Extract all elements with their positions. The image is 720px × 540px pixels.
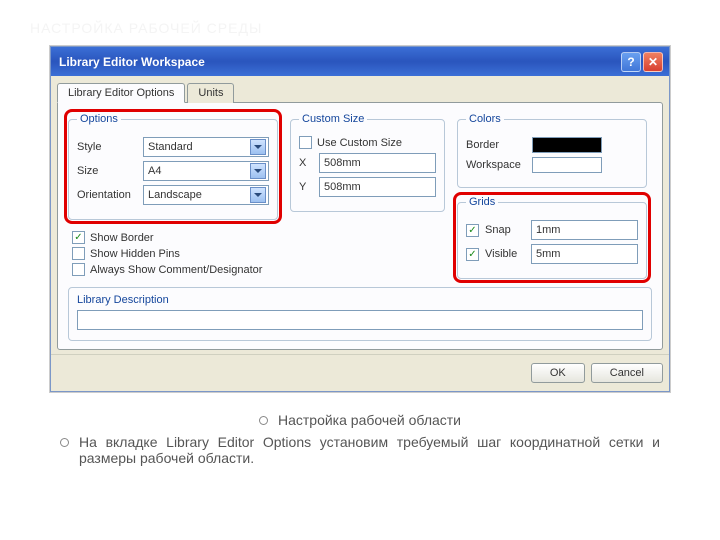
workspace-color-swatch[interactable]: [532, 157, 602, 173]
grids-legend: Grids: [466, 196, 498, 208]
visible-value: 5mm: [536, 248, 560, 260]
dialog-title: Library Editor Workspace: [59, 55, 205, 69]
bullet-icon: [259, 416, 268, 425]
snap-input[interactable]: 1mm: [531, 220, 638, 240]
tab-library-editor-options[interactable]: Library Editor Options: [57, 83, 185, 103]
chevron-down-icon: [250, 163, 266, 179]
show-border-label: Show Border: [90, 232, 154, 244]
colors-legend: Colors: [466, 113, 504, 125]
size-label: Size: [77, 165, 137, 177]
use-custom-size-checkbox[interactable]: [299, 136, 312, 149]
ok-button[interactable]: OK: [531, 363, 585, 383]
bullet-icon: [60, 438, 69, 447]
bullet-2: На вкладке Library Editor Options устано…: [79, 434, 660, 466]
style-label: Style: [77, 141, 137, 153]
tab-units[interactable]: Units: [187, 83, 234, 103]
library-description-group: Library Description: [68, 287, 652, 341]
bullets: Настройка рабочей области На вкладке Lib…: [60, 412, 660, 466]
bullet-1: Настройка рабочей области: [278, 412, 461, 428]
visible-input[interactable]: 5mm: [531, 244, 638, 264]
library-description-input[interactable]: [77, 310, 643, 330]
x-input[interactable]: 508mm: [319, 153, 436, 173]
x-label: X: [299, 157, 313, 169]
border-color-swatch[interactable]: [532, 137, 602, 153]
visible-label: Visible: [485, 248, 525, 260]
colors-group: Colors Border Workspace: [457, 113, 647, 188]
always-show-comment-label: Always Show Comment/Designator: [90, 264, 262, 276]
chevron-down-icon: [250, 139, 266, 155]
grids-group: Grids ✓ Snap 1mm ✓ Visible 5mm: [457, 196, 647, 279]
slide-title: НАСТРОЙКА РАБОЧЕЙ СРЕДЫ: [30, 20, 690, 36]
orientation-label: Orientation: [77, 189, 137, 201]
show-border-checkbox[interactable]: ✓: [72, 231, 85, 244]
orientation-combo[interactable]: Landscape: [143, 185, 269, 205]
border-color-label: Border: [466, 139, 526, 151]
y-input[interactable]: 508mm: [319, 177, 436, 197]
visible-checkbox[interactable]: ✓: [466, 248, 479, 261]
y-label: Y: [299, 181, 313, 193]
style-value: Standard: [148, 141, 193, 153]
cancel-button[interactable]: Cancel: [591, 363, 663, 383]
orientation-value: Landscape: [148, 189, 202, 201]
options-group: Options Style Standard Size A4: [68, 113, 278, 220]
size-value: A4: [148, 165, 161, 177]
style-combo[interactable]: Standard: [143, 137, 269, 157]
library-description-label: Library Description: [77, 294, 643, 306]
snap-value: 1mm: [536, 224, 560, 236]
custom-size-group: Custom Size Use Custom Size X 508mm Y 50…: [290, 113, 445, 212]
dialog-window: Library Editor Workspace ? ✕ Library Edi…: [50, 46, 670, 392]
show-hidden-pins-checkbox[interactable]: [72, 247, 85, 260]
options-legend: Options: [77, 113, 121, 125]
x-value: 508mm: [324, 157, 361, 169]
show-hidden-pins-label: Show Hidden Pins: [90, 248, 180, 260]
chevron-down-icon: [250, 187, 266, 203]
snap-checkbox[interactable]: ✓: [466, 224, 479, 237]
tabs: Library Editor Options Units: [57, 83, 663, 103]
use-custom-size-label: Use Custom Size: [317, 137, 402, 149]
y-value: 508mm: [324, 181, 361, 193]
snap-label: Snap: [485, 224, 525, 236]
titlebar: Library Editor Workspace ? ✕: [51, 47, 669, 76]
close-button[interactable]: ✕: [643, 52, 663, 72]
always-show-comment-checkbox[interactable]: [72, 263, 85, 276]
custom-size-legend: Custom Size: [299, 113, 367, 125]
size-combo[interactable]: A4: [143, 161, 269, 181]
workspace-color-label: Workspace: [466, 159, 526, 171]
help-button[interactable]: ?: [621, 52, 641, 72]
tab-panel: Options Style Standard Size A4: [57, 102, 663, 350]
